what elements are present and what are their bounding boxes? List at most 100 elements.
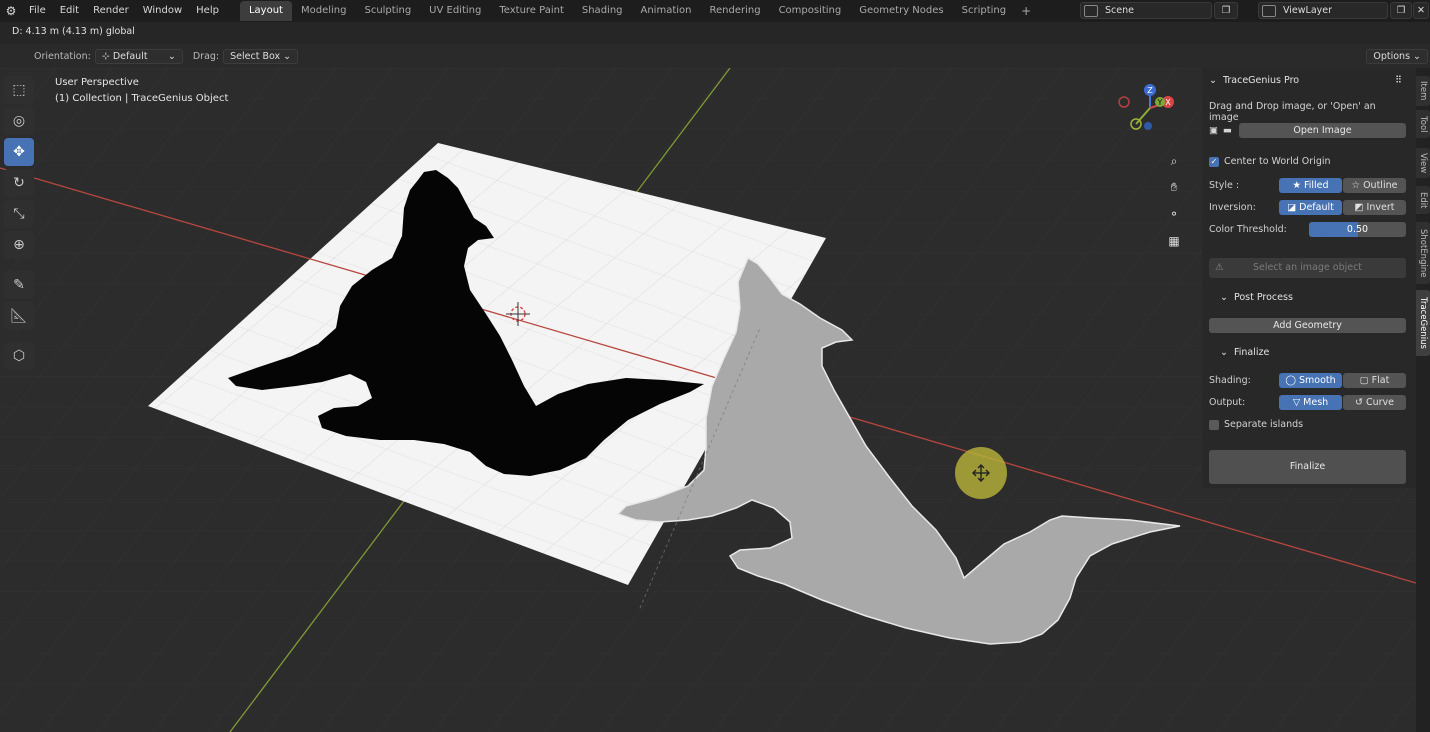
style-filled-button[interactable]: ★ Filled <box>1279 178 1342 193</box>
threshold-label: Color Threshold: <box>1209 224 1287 235</box>
separate-islands-label: Separate islands <box>1224 419 1304 430</box>
menu-render[interactable]: Render <box>86 0 136 22</box>
orientation-dropdown[interactable]: ⊹ Default ⌄ <box>94 48 183 64</box>
sidebar-tab-item[interactable]: Item <box>1416 76 1430 106</box>
cursor-tool[interactable]: ◎ <box>4 107 34 135</box>
add-geometry-row: Add Geometry <box>1209 318 1406 333</box>
scene-selector[interactable]: Scene <box>1080 2 1212 19</box>
folder-icon[interactable]: ▬ <box>1223 125 1239 136</box>
tab-rendering[interactable]: Rendering <box>700 1 769 21</box>
style-outline-label: Outline <box>1363 180 1398 191</box>
style-outline-button[interactable]: ☆ Outline <box>1343 178 1406 193</box>
open-image-row: ▣ ▬ Open Image <box>1209 123 1406 138</box>
tool-header: Orientation: ⊹ Default ⌄ Drag: Select Box… <box>0 44 1430 68</box>
blender-logo-icon[interactable]: ⚙ <box>0 0 22 22</box>
panel-title: TraceGenius Pro <box>1222 75 1300 86</box>
drag-dropdown[interactable]: Select Box ⌄ <box>223 48 299 64</box>
menu-file[interactable]: File <box>22 0 53 22</box>
transform-tool[interactable]: ⊕ <box>4 231 34 259</box>
tab-shading[interactable]: Shading <box>573 1 632 21</box>
shading-flat-label: Flat <box>1371 375 1390 386</box>
inversion-default-label: Default <box>1299 202 1334 213</box>
panel-drag-icon[interactable]: ⠿ <box>1395 75 1402 86</box>
measure-tool[interactable]: 📐︎ <box>4 302 34 330</box>
scene-name: Scene <box>1105 5 1134 16</box>
sidebar-tab-tracegenius[interactable]: TraceGenius <box>1416 290 1430 356</box>
star-filled-icon: ★ <box>1292 180 1304 191</box>
rotate-tool[interactable]: ↻ <box>4 169 34 197</box>
inversion-invert-button[interactable]: ◩ Invert <box>1343 200 1406 215</box>
options-dropdown[interactable]: Options ⌄ <box>1366 48 1428 64</box>
menu-window[interactable]: Window <box>136 0 189 22</box>
view-mode-text: User Perspective <box>55 77 139 88</box>
threshold-row: Color Threshold: 0.50 <box>1209 222 1406 237</box>
post-process-chevron-icon: ⌄ <box>1220 292 1228 303</box>
separate-islands-row: Separate islands <box>1209 419 1406 430</box>
center-origin-checkbox[interactable]: ✓ <box>1209 156 1219 167</box>
pan-hand-icon[interactable]: ✋︎ <box>1163 176 1185 198</box>
menu-help[interactable]: Help <box>189 0 226 22</box>
rotate-icon: ↻ <box>13 175 25 191</box>
sidebar-tab-tool[interactable]: Tool <box>1416 110 1430 138</box>
tab-modeling[interactable]: Modeling <box>292 1 356 21</box>
output-curve-button[interactable]: ↺ Curve <box>1343 395 1406 410</box>
scene-new-button[interactable]: ❐ <box>1214 2 1238 19</box>
tab-geometry-nodes[interactable]: Geometry Nodes <box>850 1 952 21</box>
zoom-icon[interactable]: ⌕ <box>1163 150 1185 172</box>
inversion-default-button[interactable]: ◪ Default <box>1279 200 1342 215</box>
panel-header[interactable]: ⌄ TraceGenius Pro ⠿ <box>1209 75 1406 86</box>
orientation-label: Orientation: <box>34 50 91 62</box>
default-icon: ◪ <box>1287 202 1300 213</box>
output-mesh-button[interactable]: ▽ Mesh <box>1279 395 1342 410</box>
sidebar-tab-shotengine[interactable]: ShotEngine <box>1416 222 1430 284</box>
finalize-header[interactable]: ⌄ Finalize <box>1220 347 1406 358</box>
tab-compositing[interactable]: Compositing <box>770 1 851 21</box>
tab-texture-paint[interactable]: Texture Paint <box>490 1 573 21</box>
navigation-gizmo[interactable]: Z X Y <box>1110 80 1190 146</box>
gizmo-x-label: X <box>1165 98 1171 107</box>
shading-smooth-button[interactable]: ◯ Smooth <box>1279 373 1342 388</box>
tab-animation[interactable]: Animation <box>632 1 701 21</box>
tracegenius-panel: ⌄ TraceGenius Pro ⠿ Drag and Drop image,… <box>1202 68 1416 488</box>
output-mesh-label: Mesh <box>1303 397 1329 408</box>
add-geometry-button[interactable]: Add Geometry <box>1209 318 1406 333</box>
cursor-arrow-icon: ⬚ <box>12 82 26 98</box>
tab-uv-editing[interactable]: UV Editing <box>420 1 490 21</box>
finalize-button[interactable]: Finalize <box>1209 450 1406 484</box>
warning-icon: ⚠ <box>1215 262 1224 273</box>
collapse-chevron-icon: ⌄ <box>1209 75 1217 86</box>
grid-view-icon[interactable]: ▦ <box>1163 230 1185 252</box>
image-icon[interactable]: ▣ <box>1209 125 1223 136</box>
menu-edit[interactable]: Edit <box>53 0 86 22</box>
view-layer-icon <box>1262 4 1276 17</box>
threshold-slider[interactable]: 0.50 <box>1309 222 1406 237</box>
select-box-tool[interactable]: ⬚ <box>4 76 34 104</box>
sidebar-tab-edit[interactable]: Edit <box>1416 186 1430 214</box>
view-layer-new-button[interactable]: ❐ <box>1390 2 1412 19</box>
viewport-info: User Perspective (1) Collection | TraceG… <box>55 75 228 107</box>
gizmo-neg-x[interactable] <box>1118 96 1130 108</box>
view-layer-remove-button[interactable]: ✕ <box>1413 2 1429 19</box>
shading-label: Shading: <box>1209 375 1251 386</box>
scale-icon: ⤡ <box>13 206 25 222</box>
view-layer-selector[interactable]: ViewLayer <box>1258 2 1388 19</box>
post-process-header[interactable]: ⌄ Post Process <box>1220 292 1406 303</box>
annotate-tool[interactable]: ✎ <box>4 271 34 299</box>
add-workspace-icon[interactable]: + <box>1015 4 1037 18</box>
move-tool[interactable]: ✥ <box>4 138 34 166</box>
shading-flat-button[interactable]: ▢ Flat <box>1343 373 1406 388</box>
camera-icon[interactable]: ⚬ <box>1163 203 1185 225</box>
separate-islands-checkbox[interactable] <box>1209 419 1219 430</box>
open-image-button[interactable]: Open Image <box>1239 123 1406 138</box>
scale-tool[interactable]: ⤡ <box>4 200 34 228</box>
add-cube-tool[interactable]: ⬡ <box>4 342 34 370</box>
drag-value: Select Box <box>230 50 281 62</box>
tab-layout[interactable]: Layout <box>239 1 292 21</box>
output-label: Output: <box>1209 397 1246 408</box>
tab-scripting[interactable]: Scripting <box>953 1 1015 21</box>
gizmo-neg-z[interactable] <box>1144 122 1152 130</box>
sidebar-tab-view[interactable]: View <box>1416 148 1430 178</box>
style-label: Style : <box>1209 180 1240 191</box>
tab-sculpting[interactable]: Sculpting <box>355 1 420 21</box>
smooth-icon: ◯ <box>1285 375 1299 386</box>
